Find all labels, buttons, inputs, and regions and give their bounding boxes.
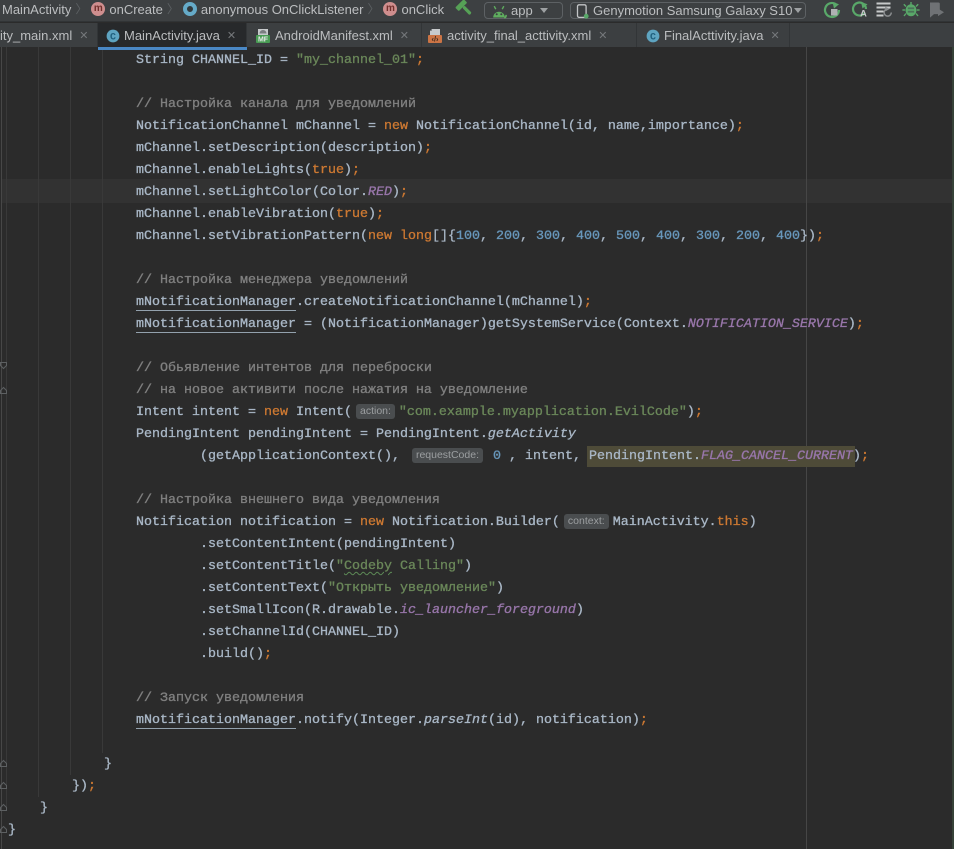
svg-text:MF: MF [258, 36, 269, 42]
svg-text:C: C [650, 32, 656, 42]
svg-text:C: C [110, 32, 116, 42]
svg-text:‹/›: ‹/› [431, 34, 439, 43]
svg-text:A: A [860, 9, 867, 20]
